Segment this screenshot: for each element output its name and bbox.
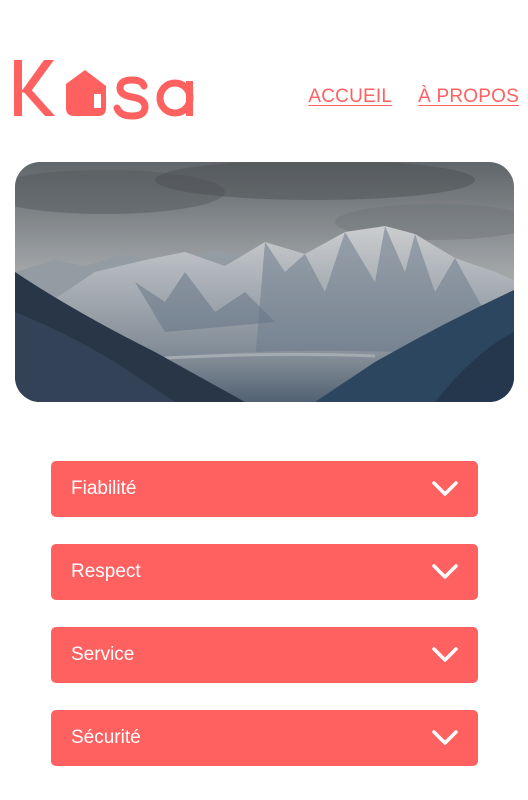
main-nav: ACCUEIL À PROPOS — [308, 86, 519, 108]
chevron-down-icon[interactable] — [432, 647, 458, 663]
accordion-label: Fiabilité — [71, 478, 137, 499]
accordion-item-service[interactable]: Service — [51, 627, 478, 683]
chevron-down-icon[interactable] — [432, 730, 458, 746]
kasa-logo[interactable] — [14, 56, 198, 120]
accordion-label: Service — [71, 644, 135, 665]
accordion-label: Sécurité — [71, 727, 141, 748]
mountain-landscape-image — [15, 162, 514, 402]
banner-image — [15, 162, 514, 402]
nav-link-a-propos[interactable]: À PROPOS — [418, 86, 519, 108]
accordion-item-securite[interactable]: Sécurité — [51, 710, 478, 766]
accordion-label: Respect — [71, 561, 141, 582]
site-header: ACCUEIL À PROPOS — [0, 0, 528, 150]
chevron-down-icon[interactable] — [432, 564, 458, 580]
values-accordion: Fiabilité Respect Service Sécurité — [51, 461, 478, 793]
nav-link-accueil[interactable]: ACCUEIL — [308, 86, 392, 108]
accordion-item-respect[interactable]: Respect — [51, 544, 478, 600]
accordion-item-fiabilite[interactable]: Fiabilité — [51, 461, 478, 517]
chevron-down-icon[interactable] — [432, 481, 458, 497]
